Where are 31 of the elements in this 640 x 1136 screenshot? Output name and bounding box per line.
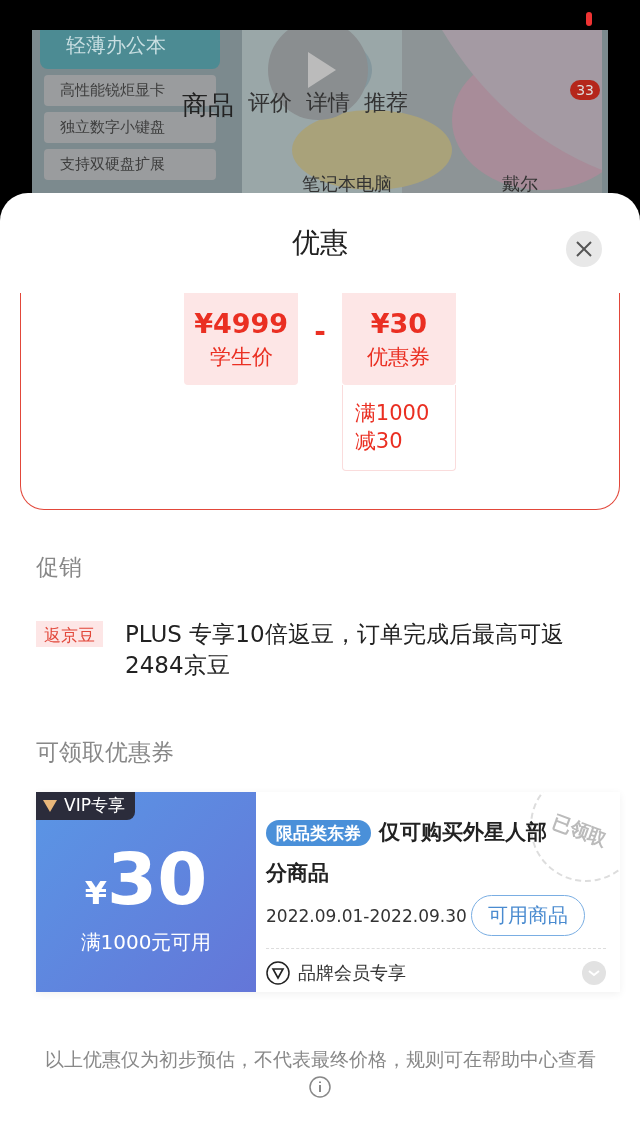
chip-amount: ¥30 — [370, 307, 427, 339]
feature-tag: 支持双硬盘扩展 — [44, 149, 216, 180]
promo-text: PLUS 专享10倍返豆，订单完成后最高可返2484京豆 — [125, 620, 565, 680]
section-heading: 促销 — [35, 553, 83, 582]
available-goods-button[interactable]: 可用商品 — [470, 895, 585, 936]
section-heading: 可领取优惠券 — [35, 738, 175, 767]
member-note: 品牌会员专享 — [298, 961, 407, 985]
product-label: 戴尔 — [502, 172, 538, 196]
v-icon — [42, 798, 58, 813]
sheet-title: 优惠 — [292, 225, 348, 261]
page-tab[interactable]: 推荐 — [364, 88, 408, 123]
currency-sign: ¥ — [84, 873, 108, 912]
disclaimer-text: 以上优惠仅为初步预估，不代表最终价格，规则可在帮助中心查看 — [0, 992, 640, 1098]
close-button[interactable] — [566, 231, 602, 267]
info-icon[interactable] — [309, 1075, 331, 1098]
v-icon — [266, 961, 290, 985]
vip-label: VIP专享 — [64, 794, 125, 817]
page-tab[interactable]: 详情 — [306, 88, 350, 123]
chip-label: 优惠券 — [367, 343, 431, 371]
coupon-condition: 满1000 减30 — [341, 385, 456, 471]
product-label: 笔记本电脑 — [302, 172, 392, 196]
chip-label: 学生价 — [209, 343, 273, 371]
chip-amount: ¥4999 — [194, 307, 289, 339]
count-badge: 33 — [570, 80, 600, 100]
minus-sign: - — [314, 315, 326, 350]
coupon-amount: 30 — [107, 842, 208, 915]
promo-tag: 返京豆 — [36, 621, 103, 647]
side-heading: 轻薄办公本 — [40, 30, 220, 69]
page-tab[interactable]: 评价 — [248, 88, 292, 123]
coupon-condition: 满1000元可用 — [80, 928, 212, 956]
validity-dates: 2022.09.01-2022.09.30 — [266, 905, 467, 926]
